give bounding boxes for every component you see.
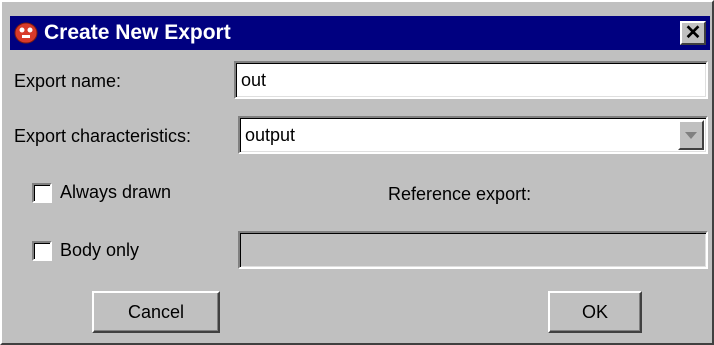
always-drawn-checkbox[interactable] [32,182,52,203]
close-button[interactable]: ✕ [680,21,706,45]
cancel-button[interactable]: Cancel [92,291,220,333]
always-drawn-option[interactable]: Always drawn [32,182,171,203]
chevron-down-icon [685,131,697,139]
ok-button[interactable]: OK [548,291,642,333]
create-export-dialog: Create New Export ✕ Export name: out Exp… [0,0,714,345]
reference-export-label: Reference export: [388,184,532,204]
export-characteristics-select[interactable]: output [238,116,708,154]
dropdown-button[interactable] [678,120,704,150]
dialog-title: Create New Export [44,21,231,44]
export-name-label: Export name: [14,71,122,91]
reference-export-input [238,231,708,269]
body-only-option[interactable]: Body only [32,240,139,261]
ok-button-label: OK [581,301,608,322]
export-characteristics-value: output [245,124,296,145]
close-icon: ✕ [684,22,702,44]
app-logo-icon [14,22,38,44]
always-drawn-label: Always drawn [60,182,172,202]
export-name-value: out [241,69,267,90]
body-only-label: Body only [60,240,140,260]
export-name-input[interactable]: out [234,61,708,99]
cancel-button-label: Cancel [127,301,185,322]
title-bar[interactable]: Create New Export ✕ [10,16,710,50]
export-characteristics-label: Export characteristics: [14,126,192,146]
body-only-checkbox[interactable] [32,240,52,261]
